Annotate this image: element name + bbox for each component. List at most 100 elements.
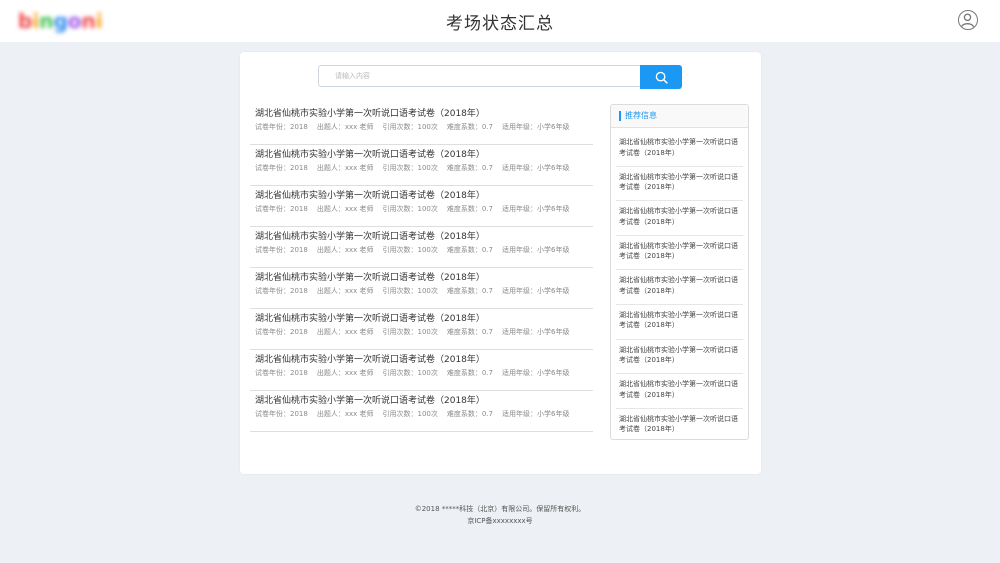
paper-meta: 试卷年份：2018 出题人：xxx 老师 引用次数：100次 难度系数：0.7 适用年级… [255, 163, 593, 173]
list-item[interactable]: 湖北省仙桃市实验小学第一次听说口语考试卷（2018年） 试卷年份：2018 出题人：… [250, 104, 593, 145]
avatar-glyph [960, 13, 975, 28]
recommend-item-line1: 湖北省仙桃市实验小学第一次听说口语 [619, 207, 738, 216]
paper-meta-grade: 适用年级：小学6年级 [502, 369, 570, 377]
recommend-header: 推荐信息 [611, 105, 748, 128]
paper-meta-year: 试卷年份：2018 [255, 164, 308, 172]
paper-meta: 试卷年份：2018 出题人：xxx 老师 引用次数：100次 难度系数：0.7 适用年级… [255, 204, 593, 214]
recommend-item[interactable]: 湖北省仙桃市实验小学第一次听说口语 考试卷（2018年） [616, 340, 743, 375]
paper-meta-author: 出题人：xxx 老师 [316, 164, 374, 172]
paper-meta-author: 出题人：xxx 老师 [316, 369, 374, 377]
paper-meta-author: 出题人：xxx 老师 [316, 123, 374, 131]
paper-title[interactable]: 湖北省仙桃市实验小学第一次听说口语考试卷（2018年） [255, 186, 593, 202]
recommend-list: 湖北省仙桃市实验小学第一次听说口语 考试卷（2018年） 湖北省仙桃市实验小学第一次… [611, 128, 748, 443]
paper-meta-year: 试卷年份：2018 [255, 123, 308, 131]
paper-meta-grade: 适用年级：小学6年级 [502, 328, 570, 336]
list-item[interactable]: 湖北省仙桃市实验小学第一次听说口语考试卷（2018年） 试卷年份：2018 出题人：… [250, 391, 593, 432]
paper-meta-cites: 引用次数：100次 [382, 287, 438, 295]
recommend-item-line1: 湖北省仙桃市实验小学第一次听说口语 [619, 241, 738, 250]
paper-title[interactable]: 湖北省仙桃市实验小学第一次听说口语考试卷（2018年） [255, 145, 593, 161]
paper-meta: 试卷年份：2018 出题人：xxx 老师 引用次数：100次 难度系数：0.7 适用年级… [255, 286, 593, 296]
list-item[interactable]: 湖北省仙桃市实验小学第一次听说口语考试卷（2018年） 试卷年份：2018 出题人：… [250, 145, 593, 186]
paper-title[interactable]: 湖北省仙桃市实验小学第一次听说口语考试卷（2018年） [255, 104, 593, 120]
recommend-item-line2: 考试卷（2018年） [619, 390, 679, 399]
recommend-item-line1: 湖北省仙桃市实验小学第一次听说口语 [619, 345, 738, 354]
recommend-panel: 推荐信息 湖北省仙桃市实验小学第一次听说口语 考试卷（2018年） 湖北省仙桃市实验… [610, 104, 749, 440]
paper-meta: 试卷年份：2018 出题人：xxx 老师 引用次数：100次 难度系数：0.7 适用年级… [255, 245, 593, 255]
paper-meta-year: 试卷年份：2018 [255, 369, 308, 377]
paper-meta-cites: 引用次数：100次 [382, 205, 438, 213]
paper-meta-author: 出题人：xxx 老师 [316, 410, 374, 418]
recommend-item[interactable]: 湖北省仙桃市实验小学第一次听说口语 考试卷（2018年） [616, 236, 743, 271]
list-item[interactable]: 湖北省仙桃市实验小学第一次听说口语考试卷（2018年） 试卷年份：2018 出题人：… [250, 227, 593, 268]
recommend-item-line2: 考试卷（2018年） [619, 217, 679, 226]
paper-meta-difficulty: 难度系数：0.7 [446, 328, 493, 336]
recommend-item[interactable]: 湖北省仙桃市实验小学第一次听说口语 考试卷（2018年） [616, 132, 743, 167]
list-item[interactable]: 湖北省仙桃市实验小学第一次听说口语考试卷（2018年） 试卷年份：2018 出题人：… [250, 268, 593, 309]
paper-title[interactable]: 湖北省仙桃市实验小学第一次听说口语考试卷（2018年） [255, 350, 593, 366]
paper-meta-difficulty: 难度系数：0.7 [446, 164, 493, 172]
paper-meta-difficulty: 难度系数：0.7 [446, 369, 493, 377]
paper-meta-difficulty: 难度系数：0.7 [446, 410, 493, 418]
paper-meta-grade: 适用年级：小学6年级 [502, 205, 570, 213]
footer-icp[interactable]: 京ICP备xxxxxxxx号 [0, 515, 1000, 527]
recommend-title: 推荐信息 [625, 111, 657, 120]
paper-meta-grade: 适用年级：小学6年级 [502, 410, 570, 418]
paper-meta-grade: 适用年级：小学6年级 [502, 287, 570, 295]
paper-title[interactable]: 湖北省仙桃市实验小学第一次听说口语考试卷（2018年） [255, 309, 593, 325]
recommend-item-line1: 湖北省仙桃市实验小学第一次听说口语 [619, 414, 738, 423]
paper-meta-grade: 适用年级：小学6年级 [502, 123, 570, 131]
list-item[interactable]: 湖北省仙桃市实验小学第一次听说口语考试卷（2018年） 试卷年份：2018 出题人：… [250, 186, 593, 227]
paper-meta-grade: 适用年级：小学6年级 [502, 246, 570, 254]
paper-meta-cites: 引用次数：100次 [382, 164, 438, 172]
list-item[interactable]: 湖北省仙桃市实验小学第一次听说口语考试卷（2018年） 试卷年份：2018 出题人：… [250, 350, 593, 391]
paper-meta-author: 出题人：xxx 老师 [316, 246, 374, 254]
recommend-item[interactable]: 湖北省仙桃市实验小学第一次听说口语 考试卷（2018年） [616, 305, 743, 340]
page-title: 考场状态汇总 [446, 14, 554, 34]
paper-meta-author: 出题人：xxx 老师 [316, 328, 374, 336]
recommend-item[interactable]: 湖北省仙桃市实验小学第一次听说口语 考试卷（2018年） [616, 201, 743, 236]
main-card: 湖北省仙桃市实验小学第一次听说口语考试卷（2018年） 试卷年份：2018 出题人：… [240, 52, 761, 474]
paper-meta-year: 试卷年份：2018 [255, 328, 308, 336]
user-avatar-icon[interactable] [958, 10, 978, 30]
paper-meta-difficulty: 难度系数：0.7 [446, 123, 493, 131]
recommend-item[interactable]: 湖北省仙桃市实验小学第一次听说口语 考试卷（2018年） [616, 270, 743, 305]
paper-meta-year: 试卷年份：2018 [255, 287, 308, 295]
paper-title[interactable]: 湖北省仙桃市实验小学第一次听说口语考试卷（2018年） [255, 391, 593, 407]
paper-meta-cites: 引用次数：100次 [382, 123, 438, 131]
search-icon [655, 71, 668, 84]
paper-meta-grade: 适用年级：小学6年级 [502, 164, 570, 172]
recommend-item[interactable]: 湖北省仙桃市实验小学第一次听说口语 考试卷（2018年） [616, 374, 743, 409]
recommend-item-line2: 考试卷（2018年） [619, 183, 679, 192]
paper-list: 湖北省仙桃市实验小学第一次听说口语考试卷（2018年） 试卷年份：2018 出题人：… [250, 104, 593, 432]
paper-meta-year: 试卷年份：2018 [255, 205, 308, 213]
recommend-item-line1: 湖北省仙桃市实验小学第一次听说口语 [619, 380, 738, 389]
recommend-item-line2: 考试卷（2018年） [619, 356, 679, 365]
recommend-item-line2: 考试卷（2018年） [619, 425, 679, 434]
paper-meta: 试卷年份：2018 出题人：xxx 老师 引用次数：100次 难度系数：0.7 适用年级… [255, 368, 593, 378]
recommend-item-line1: 湖北省仙桃市实验小学第一次听说口语 [619, 138, 738, 146]
paper-meta-year: 试卷年份：2018 [255, 410, 308, 418]
recommend-item-line2: 考试卷（2018年） [619, 286, 679, 295]
top-header: bingoni 考场状态汇总 [0, 0, 1000, 42]
paper-meta: 试卷年份：2018 出题人：xxx 老师 引用次数：100次 难度系数：0.7 适用年级… [255, 327, 593, 337]
paper-meta-year: 试卷年份：2018 [255, 246, 308, 254]
search-input[interactable] [318, 65, 640, 87]
paper-title[interactable]: 湖北省仙桃市实验小学第一次听说口语考试卷（2018年） [255, 268, 593, 284]
recommend-item-line1: 湖北省仙桃市实验小学第一次听说口语 [619, 276, 738, 285]
search-button[interactable] [640, 65, 682, 89]
list-item[interactable]: 湖北省仙桃市实验小学第一次听说口语考试卷（2018年） 试卷年份：2018 出题人：… [250, 309, 593, 350]
paper-meta: 试卷年份：2018 出题人：xxx 老师 引用次数：100次 难度系数：0.7 适用年级… [255, 409, 593, 419]
page-footer: ©2018 *****科技（北京）有限公司。保留所有权利。 京ICP备xxxxx… [0, 503, 1000, 527]
paper-meta-cites: 引用次数：100次 [382, 246, 438, 254]
recommend-item[interactable]: 湖北省仙桃市实验小学第一次听说口语 考试卷（2018年） [616, 409, 743, 444]
recommend-item[interactable]: 湖北省仙桃市实验小学第一次听说口语 考试卷（2018年） [616, 167, 743, 202]
recommend-item-line1: 湖北省仙桃市实验小学第一次听说口语 [619, 310, 738, 319]
paper-title[interactable]: 湖北省仙桃市实验小学第一次听说口语考试卷（2018年） [255, 227, 593, 243]
paper-meta-difficulty: 难度系数：0.7 [446, 205, 493, 213]
paper-meta-cites: 引用次数：100次 [382, 369, 438, 377]
paper-meta-author: 出题人：xxx 老师 [316, 205, 374, 213]
footer-copyright: ©2018 *****科技（北京）有限公司。保留所有权利。 [414, 505, 586, 513]
recommend-item-line2: 考试卷（2018年） [619, 321, 679, 330]
paper-meta-cites: 引用次数：100次 [382, 410, 438, 418]
recommend-item-line2: 考试卷（2018年） [619, 252, 679, 261]
